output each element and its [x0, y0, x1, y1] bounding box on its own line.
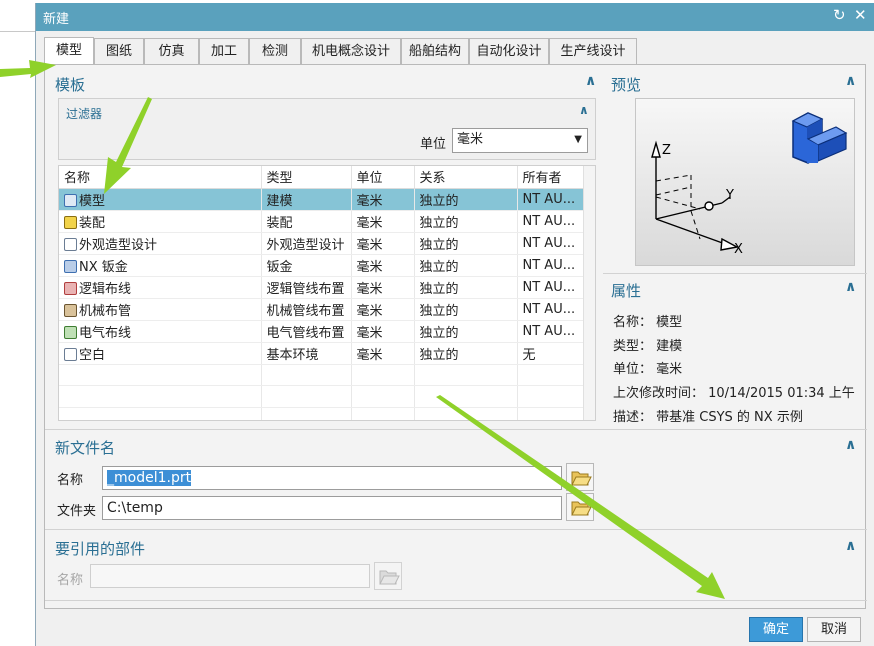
arrow-to-ok-button: [436, 395, 725, 599]
annotation-arrows: [0, 60, 725, 599]
arrow-to-model-row: [104, 97, 152, 194]
arrow-to-model-tab: [0, 60, 56, 78]
